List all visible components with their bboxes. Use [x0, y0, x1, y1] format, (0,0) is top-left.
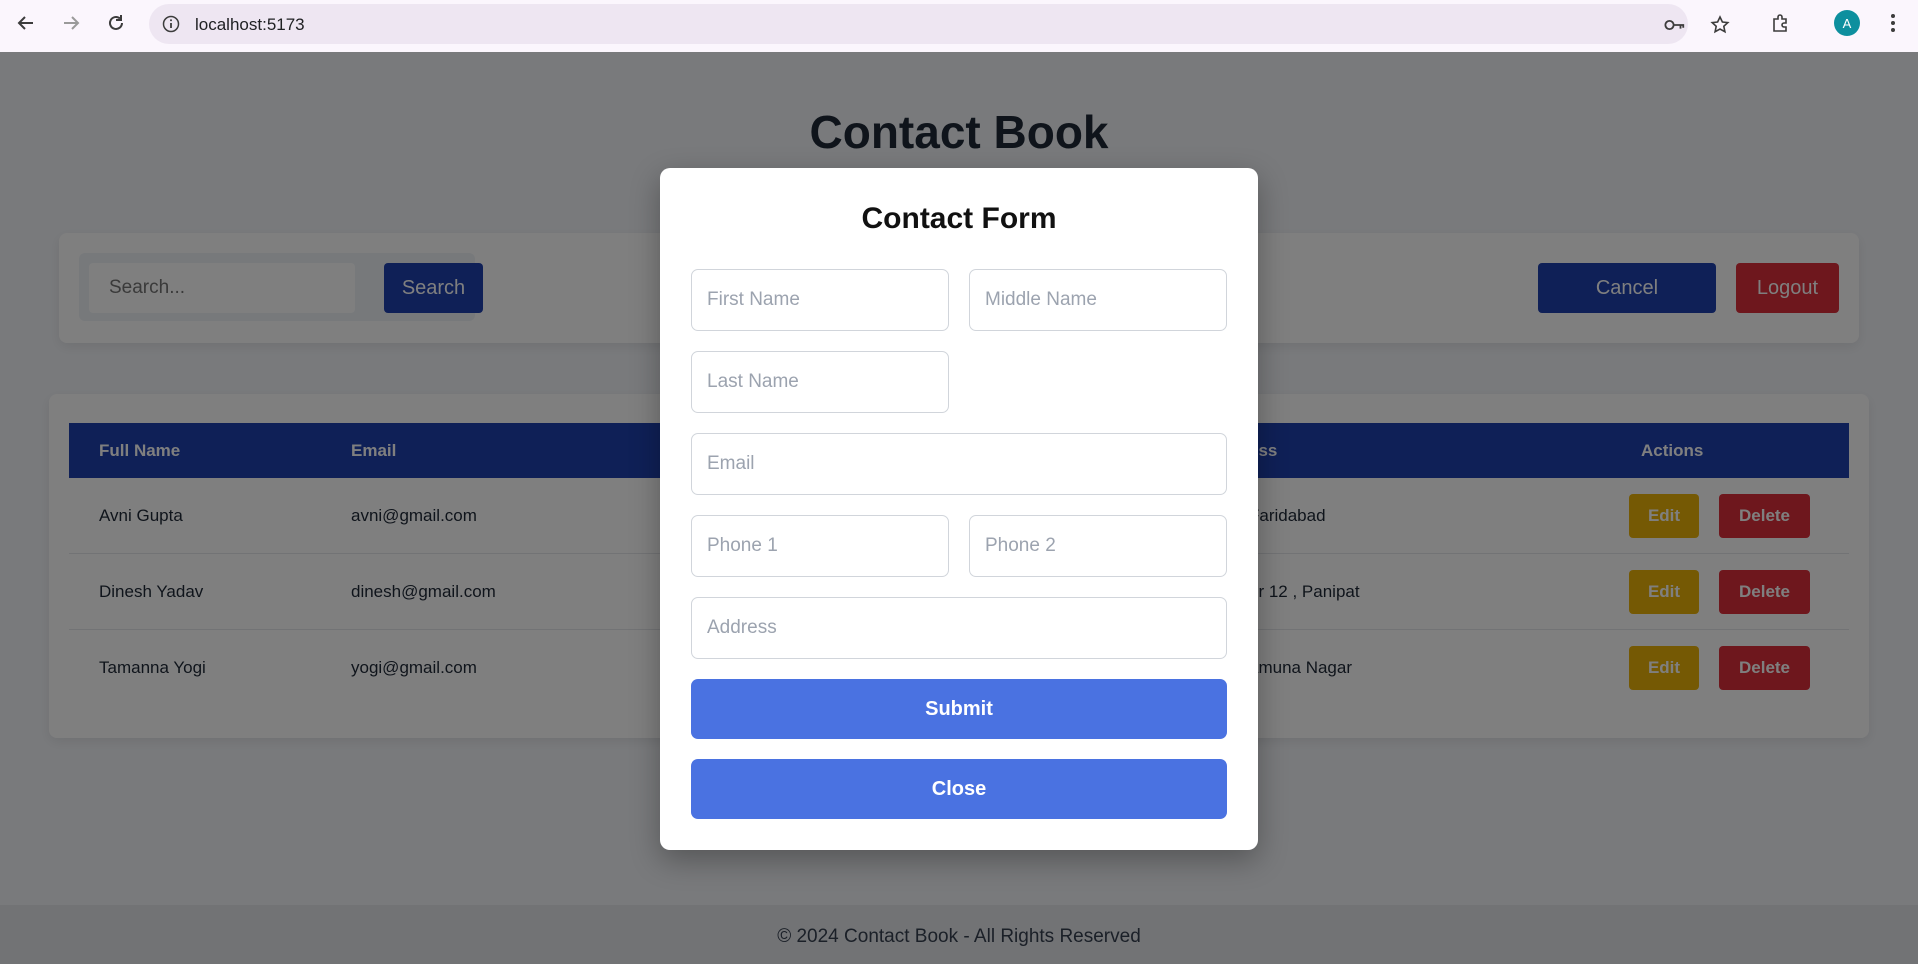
site-info-icon[interactable]	[161, 14, 181, 34]
address-field[interactable]	[691, 597, 1227, 659]
menu-kebab-icon[interactable]	[1880, 10, 1906, 36]
extensions-puzzle-icon[interactable]	[1767, 10, 1793, 36]
email-field[interactable]	[691, 433, 1227, 495]
first-name-field[interactable]	[691, 269, 949, 331]
address-bar[interactable]: localhost:5173	[149, 4, 1730, 44]
phone1-field[interactable]	[691, 515, 949, 577]
profile-avatar[interactable]: A	[1834, 10, 1860, 36]
reload-icon[interactable]	[103, 10, 129, 36]
last-name-field[interactable]	[691, 351, 949, 413]
submit-button[interactable]: Submit	[691, 679, 1227, 739]
url-text: localhost:5173	[195, 15, 305, 34]
close-button[interactable]: Close	[691, 759, 1227, 819]
bookmark-star-icon[interactable]	[1709, 14, 1731, 36]
modal-title: Contact Form	[861, 202, 1057, 235]
contact-form-modal: Contact Form Submit Close	[660, 168, 1258, 850]
back-arrow-icon[interactable]	[13, 10, 39, 36]
password-key-icon[interactable]	[1664, 14, 1686, 36]
browser-toolbar: localhost:5173 A	[0, 0, 1918, 52]
phone2-field[interactable]	[969, 515, 1227, 577]
middle-name-field[interactable]	[969, 269, 1227, 331]
forward-arrow-icon[interactable]	[58, 10, 84, 36]
